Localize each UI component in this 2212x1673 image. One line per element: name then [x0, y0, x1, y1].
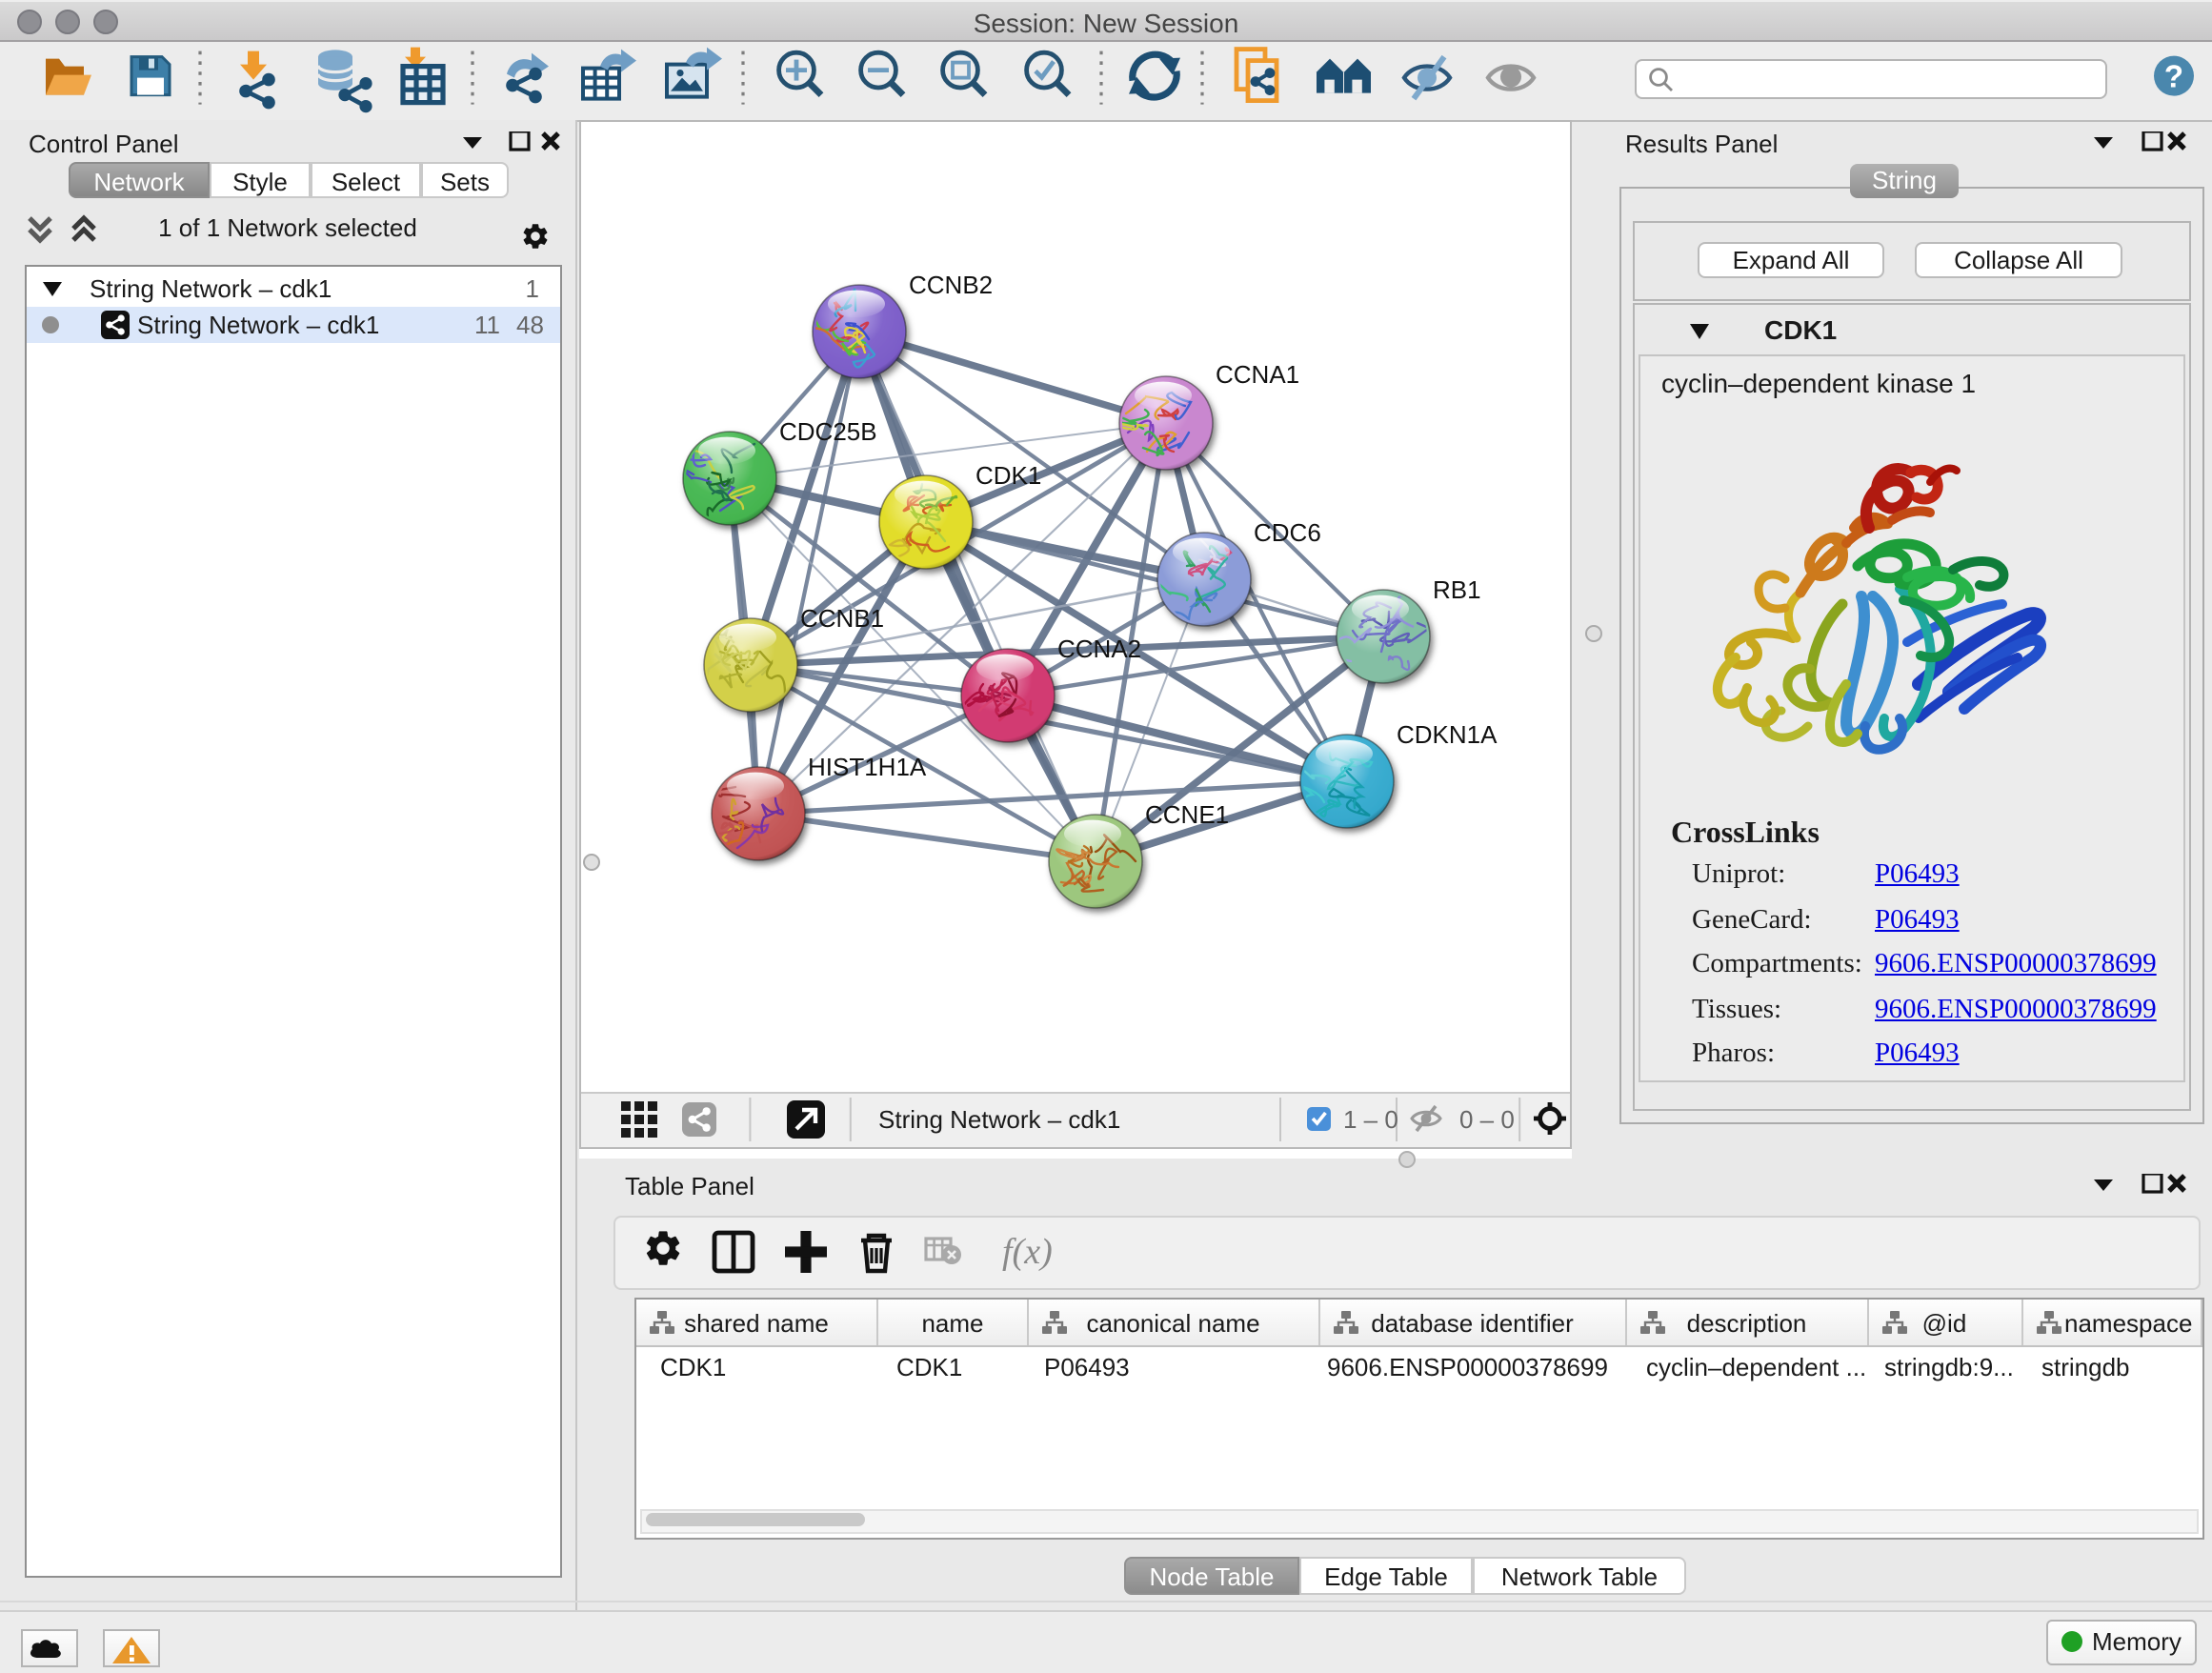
svg-text:CDC6: CDC6 — [1254, 518, 1321, 547]
svg-text:CCNE1: CCNE1 — [1145, 800, 1229, 829]
svg-text:1 – 0: 1 – 0 — [1343, 1105, 1398, 1134]
svg-text:HIST1H1A: HIST1H1A — [808, 753, 927, 781]
svg-text:CDC25B: CDC25B — [779, 417, 877, 446]
svg-text:f(x): f(x) — [1002, 1232, 1053, 1272]
svg-text:RB1: RB1 — [1433, 575, 1481, 604]
svg-text:0 – 0: 0 – 0 — [1459, 1105, 1515, 1134]
svg-text:CCNA1: CCNA1 — [1216, 360, 1299, 389]
svg-text:?: ? — [2164, 59, 2183, 94]
svg-text:CDK1: CDK1 — [975, 461, 1041, 490]
svg-text:CCNB2: CCNB2 — [909, 271, 993, 299]
svg-text:CCNA2: CCNA2 — [1057, 635, 1141, 663]
svg-text:CCNB1: CCNB1 — [800, 604, 884, 633]
svg-text:CDKN1A: CDKN1A — [1397, 720, 1498, 749]
svg-text:String Network – cdk1: String Network – cdk1 — [878, 1105, 1120, 1134]
